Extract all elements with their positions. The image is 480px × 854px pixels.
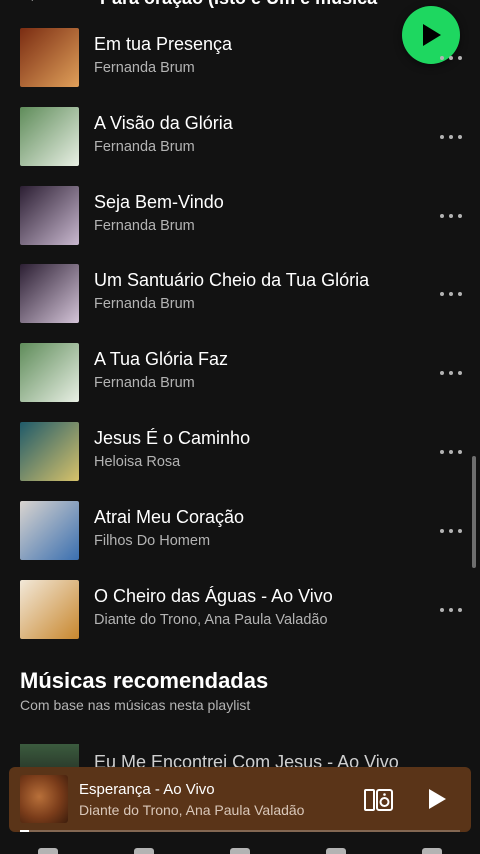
- bottom-navigation: [0, 840, 480, 854]
- track-cover: [20, 28, 79, 87]
- more-options-icon[interactable]: [440, 284, 462, 304]
- track-cover: [20, 422, 79, 481]
- back-arrow-icon[interactable]: [22, 0, 38, 2]
- now-playing-artist: Diante do Trono, Ana Paula Valadão: [79, 802, 305, 818]
- track-row[interactable]: A Tua Glória Faz Fernanda Brum: [0, 343, 480, 413]
- recommended-section-subtitle: Com base nas músicas nesta playlist: [20, 697, 251, 713]
- now-playing-cover: [20, 775, 68, 823]
- more-options-icon[interactable]: [440, 442, 462, 462]
- track-artist: Fernanda Brum: [94, 296, 195, 313]
- track-row[interactable]: Em tua Presença Fernanda Brum: [0, 28, 480, 98]
- track-cover: [20, 579, 79, 639]
- track-cover: [20, 500, 79, 560]
- playback-progress-fill: [20, 830, 29, 832]
- more-options-icon[interactable]: [440, 521, 462, 541]
- track-title: Jesus É o Caminho: [94, 428, 251, 448]
- more-options-icon[interactable]: [440, 363, 462, 383]
- more-options-icon[interactable]: [440, 600, 462, 620]
- track-row[interactable]: Seja Bem-Vindo Fernanda Brum: [0, 185, 480, 256]
- track-row[interactable]: Jesus É o Caminho Heloisa Rosa: [0, 422, 480, 492]
- track-row[interactable]: Atrai Meu Coração Filhos Do Homem: [0, 500, 480, 571]
- track-row[interactable]: A Visão da Glória Fernanda Brum: [0, 106, 480, 177]
- scrollbar[interactable]: [472, 456, 476, 568]
- nav-home-icon[interactable]: [38, 848, 58, 854]
- now-playing-title: Esperança - Ao Vivo: [79, 781, 215, 798]
- track-row[interactable]: O Cheiro das Águas - Ao Vivo Diante do Tr…: [0, 579, 480, 650]
- track-artist: Diante do Trono, Ana Paula Valadão: [94, 611, 328, 628]
- playback-progress-bar[interactable]: [20, 830, 460, 832]
- connect-device-icon[interactable]: [364, 787, 394, 813]
- track-cover: [20, 185, 79, 245]
- track-artist: Fernanda Brum: [94, 375, 195, 392]
- play-icon[interactable]: [425, 787, 449, 811]
- more-options-icon[interactable]: [440, 206, 462, 226]
- playlist-title: Para oração (Isto é Um e música p...: [100, 0, 380, 9]
- track-title: Em tua Presença: [94, 34, 233, 54]
- track-artist: Fernanda Brum: [94, 138, 195, 155]
- recommended-section-title: Músicas recomendadas: [20, 668, 269, 693]
- more-options-icon[interactable]: [440, 127, 462, 147]
- nav-library-icon[interactable]: [230, 848, 250, 854]
- more-options-icon[interactable]: [440, 48, 462, 68]
- nav-create-icon[interactable]: [422, 848, 442, 854]
- mini-player[interactable]: Esperança - Ao Vivo Diante do Trono, Ana…: [9, 767, 471, 832]
- track-title: A Tua Glória Faz: [94, 349, 229, 370]
- track-cover: [20, 264, 79, 324]
- track-title: Um Santuário Cheio da Tua Glória: [94, 270, 370, 291]
- track-artist: Fernanda Brum: [94, 217, 195, 234]
- track-artist: Fernanda Brum: [94, 60, 195, 76]
- track-title: Seja Bem-Vindo: [94, 191, 224, 212]
- nav-search-icon[interactable]: [134, 848, 154, 854]
- track-artist: Heloisa Rosa: [94, 454, 181, 470]
- track-row[interactable]: Um Santuário Cheio da Tua Glória Fernanda…: [0, 264, 480, 334]
- track-cover: [20, 343, 79, 403]
- nav-premium-icon[interactable]: [326, 848, 346, 854]
- track-artist: Filhos Do Homem: [94, 532, 211, 549]
- track-title: A Visão da Glória: [94, 112, 233, 133]
- track-title: O Cheiro das Águas - Ao Vivo: [94, 585, 333, 606]
- track-title: Atrai Meu Coração: [94, 506, 245, 527]
- track-cover: [20, 106, 79, 166]
